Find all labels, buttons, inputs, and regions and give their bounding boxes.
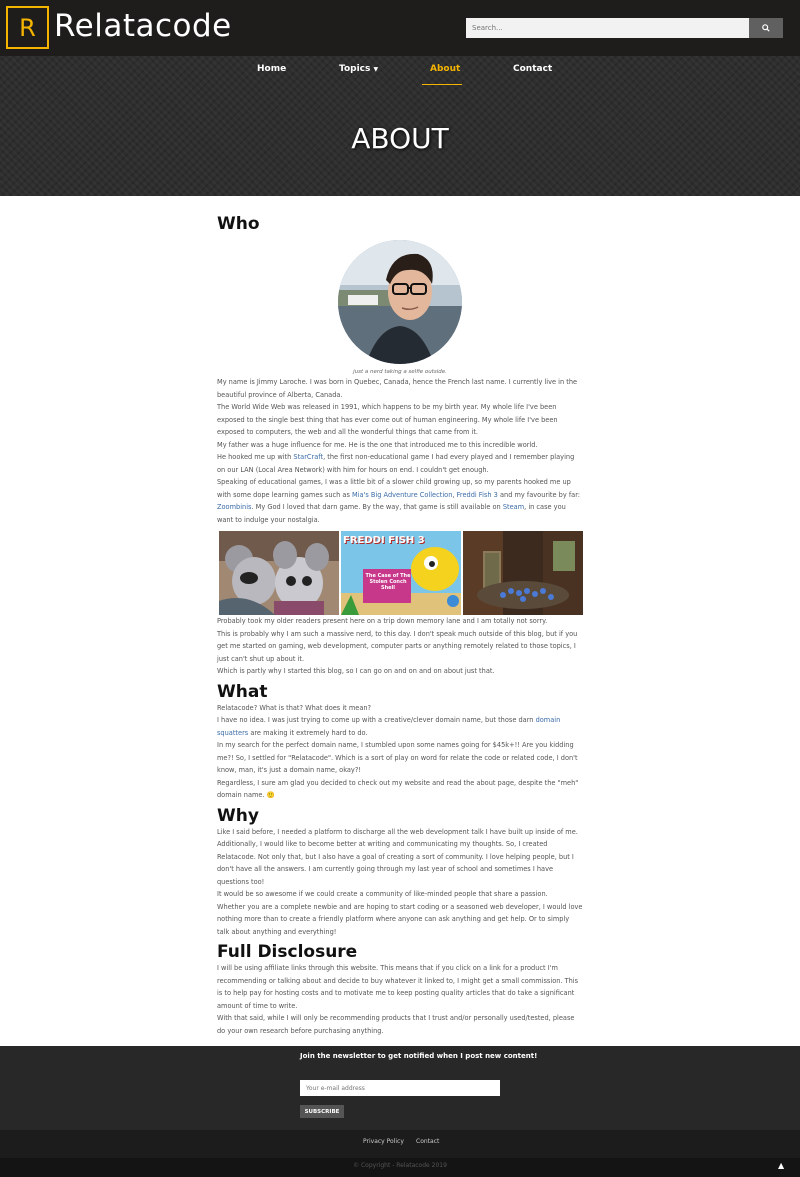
paragraph: Like I said before, I needed a platform … (217, 827, 578, 886)
copyright-text: © Copyright - Relatacode 2019 (353, 1162, 447, 1169)
paragraph: This is probably why I am such a massive… (217, 629, 578, 663)
link-steam[interactable]: Steam (503, 503, 524, 511)
footer-links: Privacy Policy Contact (0, 1130, 800, 1158)
nav-about[interactable]: About (430, 64, 460, 74)
page-hero: Home Topics ▼ About Contact ABOUT (0, 56, 800, 196)
heading-disclosure: Full Disclosure (217, 942, 358, 962)
newsletter-email-input[interactable] (300, 1080, 500, 1096)
site-name[interactable]: Relatacode (54, 8, 232, 44)
main-nav: Home Topics ▼ About Contact (0, 64, 800, 85)
paragraph: I will be using affiliate links through … (217, 964, 579, 1010)
site-header: R Relatacode (0, 0, 800, 56)
photo-caption: just a nerd taking a selfie outside. (353, 369, 447, 375)
heading-what: What (217, 681, 268, 702)
logo-letter: R (19, 13, 36, 42)
paragraph: Relatacode? What is that? What does it m… (217, 703, 372, 712)
search-input[interactable] (466, 18, 749, 38)
nav-contact[interactable]: Contact (513, 64, 552, 74)
newsletter-title: Join the newsletter to get notified when… (300, 1052, 538, 1060)
search-button[interactable] (749, 18, 783, 38)
link-mias-big-adventure[interactable]: Mia's Big Adventure Collection (352, 491, 452, 499)
paragraph: Probably took my older readers present h… (217, 617, 548, 625)
heading-who: Who (217, 214, 260, 234)
paragraph: He hooked me up with StarCraft, the firs… (217, 453, 575, 474)
paragraph: With that said, while I will only be rec… (217, 1014, 575, 1035)
profile-photo (338, 240, 462, 364)
nav-topics-label: Topics (339, 64, 371, 74)
heading-why: Why (217, 805, 259, 826)
paragraph: Whether you are a complete newbie and ar… (217, 902, 583, 936)
paragraph: The World Wide Web was released in 1991,… (217, 403, 558, 436)
paragraph: My name is Jimmy Laroche. I was born in … (217, 378, 578, 399)
paragraph: I have no idea. I was just trying to com… (217, 716, 561, 737)
profile-figure: just a nerd taking a selfie outside. (217, 240, 583, 376)
game-image-freddi-fish: FREDDI FISH 3 The Case of The Stolen Con… (341, 531, 461, 615)
magnifier-icon (762, 24, 770, 32)
subscribe-button[interactable]: SUBSCRIBE (300, 1105, 344, 1118)
game-image-mia (219, 531, 339, 615)
link-starcraft[interactable]: StarCraft (293, 453, 323, 461)
link-freddi-fish[interactable]: Freddi Fish 3 (457, 491, 498, 499)
caret-down-icon: ▼ (373, 66, 379, 73)
nav-home[interactable]: Home (257, 64, 286, 74)
page-title: ABOUT (351, 122, 449, 155)
link-zoombinis[interactable]: Zoombinis (217, 503, 251, 511)
nav-active-indicator (422, 84, 462, 85)
nav-topics[interactable]: Topics ▼ (339, 64, 378, 74)
logo-mark[interactable]: R (6, 6, 49, 49)
paragraph: Speaking of educational games, I was a l… (217, 478, 581, 524)
game-image-zoombinis (463, 531, 583, 615)
paragraph: It would be so awesome if we could creat… (217, 890, 548, 898)
game-subtitle: The Case of The Stolen Conch Shell (365, 573, 411, 591)
paragraph: Which is partly why I started this blog,… (217, 667, 495, 675)
chevron-up-icon[interactable]: ▲ (778, 1161, 784, 1170)
main-content: Who just a nerd taking a selfie outside.… (217, 214, 583, 1037)
paragraph: My father was a huge influence for me. H… (217, 440, 538, 449)
paragraph: In my search for the perfect domain name… (217, 741, 578, 774)
newsletter-section: Join the newsletter to get notified when… (0, 1046, 800, 1130)
game-images: FREDDI FISH 3 The Case of The Stolen Con… (219, 531, 583, 615)
footer-link-contact[interactable]: Contact (416, 1138, 439, 1145)
paragraph: Regardless, I sure am glad you decided t… (217, 778, 579, 800)
copyright-bar: © Copyright - Relatacode 2019 ▲ (0, 1158, 800, 1177)
game-title: FREDDI FISH 3 (343, 535, 425, 546)
footer-link-privacy[interactable]: Privacy Policy (363, 1138, 404, 1145)
